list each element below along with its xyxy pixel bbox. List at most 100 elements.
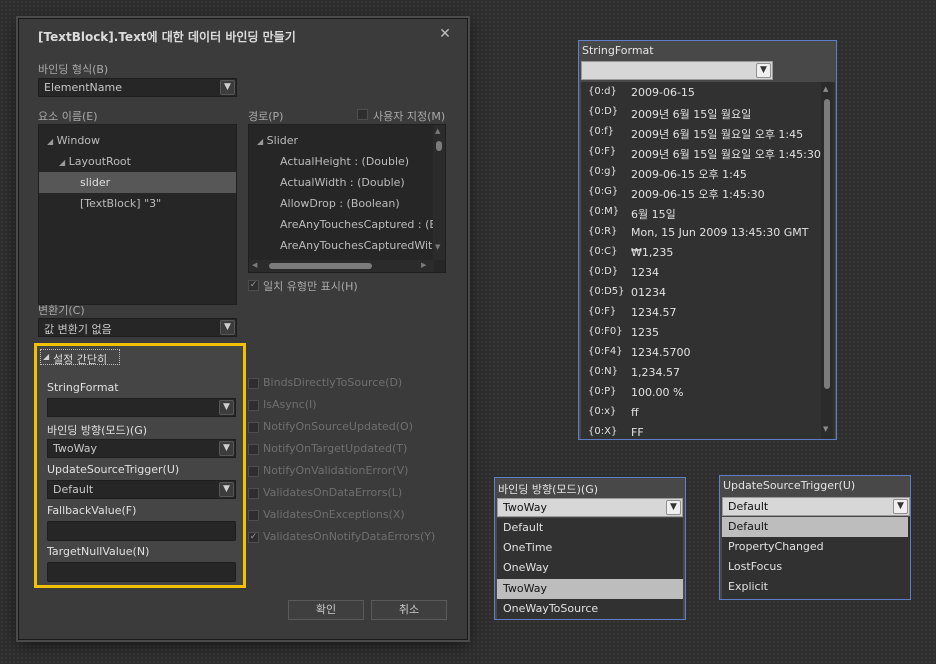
format-key: {0:f} — [588, 126, 614, 137]
dialog-title: [TextBlock].Text에 대한 데이터 바인딩 만들기 — [38, 30, 296, 44]
target-null-label: TargetNullValue(N) — [47, 545, 150, 558]
tree-item-layoutroot[interactable]: ◢ LayoutRoot — [39, 151, 236, 172]
option-checkbox[interactable] — [248, 422, 259, 433]
target-null-input[interactable] — [47, 562, 236, 582]
chevron-down-icon[interactable]: ▼ — [666, 500, 681, 515]
binding-dialog: [TextBlock].Text에 대한 데이터 바인딩 만들기 ✕ 바인딩 형… — [18, 18, 468, 640]
fallback-input[interactable] — [47, 521, 236, 541]
element-tree[interactable]: ◢ Window ◢ LayoutRoot slider [TextBlock]… — [38, 124, 237, 305]
chevron-down-icon[interactable]: ▼ — [893, 499, 908, 514]
close-icon[interactable]: ✕ — [438, 27, 452, 41]
format-key: {0:x} — [588, 406, 617, 417]
trigger-option-selected[interactable]: Default — [722, 517, 908, 537]
tree-item-window[interactable]: ◢ Window — [39, 130, 236, 151]
scroll-thumb[interactable] — [269, 263, 372, 269]
format-key: {0:F4} — [588, 346, 623, 357]
option-checkbox[interactable] — [248, 466, 259, 477]
format-sample: 01234 — [631, 286, 666, 299]
format-key: {0:g} — [588, 166, 617, 177]
option-checkbox[interactable] — [248, 488, 259, 499]
option-checkbox[interactable] — [248, 444, 259, 455]
string-format-list[interactable]: {0:d} 2009-06-15 {0:D} 2009년 6월 15일 월요일 {0:f… — [581, 82, 835, 439]
chevron-down-icon[interactable]: ▼ — [219, 441, 234, 456]
format-key: {0:X} — [588, 426, 618, 437]
trigger-option[interactable]: LostFocus — [722, 557, 908, 577]
expand-triangle-icon[interactable]: ◢ — [257, 137, 263, 146]
string-format-popup-combo[interactable]: ▼ — [581, 61, 773, 80]
scroll-up-icon[interactable]: ▲ — [435, 127, 440, 135]
path-item[interactable]: AllowDrop : (Boolean) — [249, 193, 434, 214]
tree-item-label: [TextBlock] "3" — [80, 197, 162, 210]
option-checkbox[interactable] — [248, 510, 259, 521]
path-item[interactable]: ActualHeight : (Double) — [249, 151, 434, 172]
path-item[interactable]: AreAnyTouchesCapturedWithi — [249, 235, 434, 256]
chevron-down-icon[interactable]: ▼ — [220, 80, 235, 95]
tree-item-textblock[interactable]: [TextBlock] "3" — [39, 193, 236, 214]
cancel-button[interactable]: 취소 — [371, 600, 447, 620]
direction-option[interactable]: OneWayToSource — [497, 599, 683, 619]
scroll-left-icon[interactable]: ◀ — [252, 261, 257, 269]
scroll-up-icon[interactable]: ▲ — [823, 85, 828, 93]
direction-option[interactable]: OneWay — [497, 558, 683, 578]
option-checkbox[interactable]: ✓ — [248, 532, 259, 543]
popup-title: 바인딩 방향(모드)(G) — [498, 483, 599, 496]
chevron-down-icon[interactable]: ▼ — [219, 400, 234, 415]
expand-triangle-icon[interactable]: ◢ — [59, 158, 65, 167]
scroll-thumb[interactable] — [824, 99, 830, 389]
chevron-down-icon[interactable]: ▼ — [220, 320, 235, 335]
popup-title: StringFormat — [582, 44, 654, 57]
string-format-combo[interactable]: ▼ — [47, 398, 236, 417]
converter-combo[interactable]: 값 변환기 없음 ▼ — [38, 318, 237, 337]
title-bar[interactable]: [TextBlock].Text에 대한 데이터 바인딩 만들기 ✕ — [19, 19, 467, 51]
update-trigger-list[interactable]: Default PropertyChanged LostFocus Explic… — [722, 517, 910, 599]
option-checkbox[interactable] — [248, 400, 259, 411]
option-label: NotifyOnTargetUpdated(T) — [263, 442, 408, 455]
direction-option[interactable]: Default — [497, 518, 683, 538]
binding-direction-popup-combo[interactable]: TwoWay ▼ — [497, 498, 683, 517]
expand-triangle-icon[interactable]: ◢ — [47, 137, 53, 146]
update-trigger-combo[interactable]: Default ▼ — [47, 480, 236, 499]
string-format-label: StringFormat — [47, 381, 119, 394]
scroll-right-icon[interactable]: ▶ — [421, 261, 426, 269]
format-sample: 2009년 6월 15일 월요일 오후 1:45:30 — [631, 148, 821, 161]
path-item[interactable]: ◢ Slider — [249, 130, 434, 151]
binding-type-combo[interactable]: ElementName ▼ — [38, 78, 237, 97]
format-sample: ₩1,235 — [631, 246, 674, 259]
binding-direction-label: 바인딩 방향(모드)(G) — [47, 424, 148, 437]
tree-item-label: LayoutRoot — [68, 155, 131, 168]
binding-direction-combo[interactable]: TwoWay ▼ — [47, 439, 236, 458]
chevron-down-icon[interactable]: ▼ — [219, 482, 234, 497]
path-item[interactable]: AreAnyTouchesCaptured : (Bo — [249, 214, 434, 235]
direction-option-selected[interactable]: TwoWay — [497, 579, 683, 599]
format-key: {0:M} — [588, 206, 620, 217]
match-type-checkbox[interactable]: ✓ — [248, 280, 259, 291]
format-key: {0:D} — [588, 266, 619, 277]
path-scrollbar-h[interactable]: ◀ ▶ — [249, 260, 434, 272]
string-format-scrollbar[interactable]: ▲ ▼ — [821, 82, 833, 439]
ok-button[interactable]: 확인 — [288, 600, 364, 620]
custom-checkbox[interactable] — [357, 109, 368, 120]
path-scrollbar-v[interactable]: ▲ ▼ — [433, 125, 445, 260]
scroll-down-icon[interactable]: ▼ — [435, 243, 440, 251]
scroll-down-icon[interactable]: ▼ — [823, 425, 828, 433]
path-item-label: AreAnyTouchesCaptured : (Bo — [280, 218, 434, 231]
path-tree[interactable]: ◢ Slider ActualHeight : (Double) ActualW… — [248, 124, 446, 273]
trigger-option[interactable]: Explicit — [722, 577, 908, 597]
binding-direction-value: TwoWay — [53, 442, 98, 455]
trigger-option[interactable]: PropertyChanged — [722, 537, 908, 557]
option-label: ValidatesOnExceptions(X) — [263, 508, 405, 521]
format-sample: 2009-06-15 오후 1:45 — [631, 168, 747, 181]
option-checkbox[interactable] — [248, 378, 259, 389]
simple-settings-toggle[interactable]: ◢ 설정 간단히 — [40, 349, 120, 366]
format-sample: 2009년 6월 15일 월요일 오후 1:45 — [631, 128, 804, 141]
option-label: NotifyOnSourceUpdated(O) — [263, 420, 413, 433]
binding-direction-list[interactable]: Default OneTime OneWay TwoWay OneWayToSo… — [497, 518, 683, 619]
update-trigger-popup-value: Default — [728, 500, 769, 513]
direction-option[interactable]: OneTime — [497, 538, 683, 558]
tree-item-slider[interactable]: slider — [39, 172, 236, 193]
path-item[interactable]: ActualWidth : (Double) — [249, 172, 434, 193]
update-trigger-popup-combo[interactable]: Default ▼ — [722, 497, 910, 516]
chevron-down-icon[interactable]: ▼ — [756, 63, 771, 78]
scroll-thumb[interactable] — [436, 141, 442, 151]
format-sample: 1234 — [631, 266, 659, 279]
